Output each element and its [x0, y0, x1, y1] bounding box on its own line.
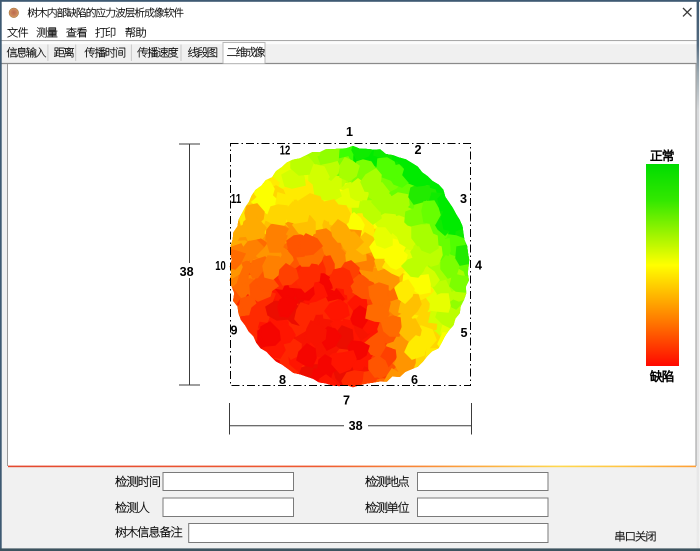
svg-text:4: 4	[475, 259, 482, 273]
svg-text:7: 7	[343, 394, 350, 408]
svg-text:1: 1	[346, 125, 353, 139]
svg-text:2: 2	[414, 143, 421, 157]
svg-text:3: 3	[460, 192, 467, 206]
svg-text:12: 12	[280, 144, 291, 158]
svg-text:38: 38	[180, 265, 194, 279]
svg-text:6: 6	[411, 373, 418, 387]
svg-text:38: 38	[349, 419, 363, 433]
svg-text:5: 5	[460, 326, 467, 340]
svg-text:11: 11	[231, 192, 242, 206]
svg-text:8: 8	[279, 373, 286, 387]
svg-text:9: 9	[230, 324, 237, 338]
svg-text:10: 10	[215, 259, 226, 273]
